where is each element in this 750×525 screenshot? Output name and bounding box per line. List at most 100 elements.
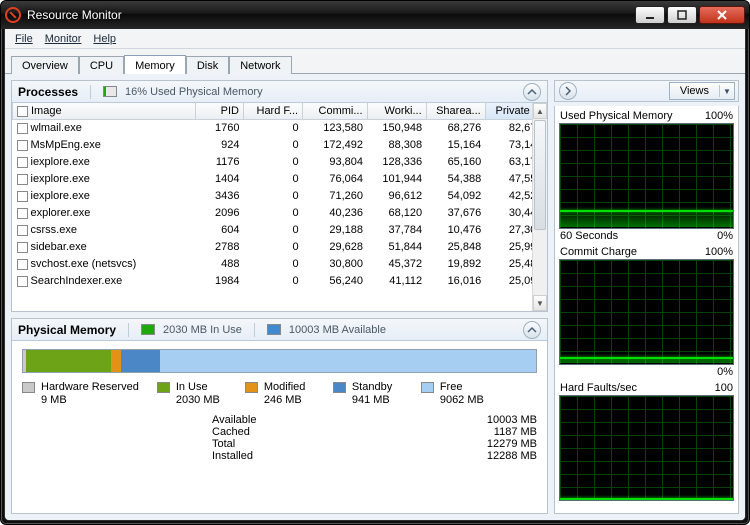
graphs-container: Used Physical Memory100%60 Seconds0%Comm… xyxy=(554,106,739,514)
total-total-label: Total xyxy=(212,438,365,450)
table-row[interactable]: MsMpEng.exe9240172,49288,30815,16473,144 xyxy=(13,137,547,154)
table-row[interactable]: iexplore.exe1404076,064101,94454,38847,5… xyxy=(13,171,547,188)
menu-help[interactable]: Help xyxy=(89,32,120,46)
graph-foot-left: 60 Seconds xyxy=(560,230,618,242)
menu-monitor[interactable]: Monitor xyxy=(41,32,86,46)
col-hardfaults[interactable]: Hard F... xyxy=(243,103,302,120)
close-button[interactable] xyxy=(699,6,745,24)
table-row[interactable]: SearchIndexer.exe1984056,24041,11216,016… xyxy=(13,273,547,290)
right-header: Views ▼ xyxy=(554,80,739,102)
chevron-down-icon: ▼ xyxy=(720,87,734,96)
mem-seg-free xyxy=(160,350,536,372)
col-working[interactable]: Worki... xyxy=(367,103,426,120)
table-row[interactable]: svchost.exe (netsvcs)488030,80045,37219,… xyxy=(13,256,547,273)
physical-memory-body: Hardware Reserved9 MBIn Use2030 MBModifi… xyxy=(12,341,547,468)
in-use-indicator xyxy=(141,324,155,335)
tab-memory[interactable]: Memory xyxy=(124,55,186,74)
collapse-right-button[interactable] xyxy=(559,82,577,100)
memory-legend: Hardware Reserved9 MBIn Use2030 MBModifi… xyxy=(22,381,537,406)
col-pid[interactable]: PID xyxy=(195,103,243,120)
row-checkbox[interactable] xyxy=(17,140,28,151)
tab-disk[interactable]: Disk xyxy=(186,56,229,74)
legend-in_use: In Use2030 MB xyxy=(157,381,227,406)
chevron-right-icon xyxy=(563,86,573,96)
col-image[interactable]: Image xyxy=(13,103,196,120)
physical-memory-title: Physical Memory xyxy=(18,323,116,337)
row-checkbox[interactable] xyxy=(17,123,28,134)
scroll-up-button[interactable]: ▲ xyxy=(533,103,547,119)
physical-memory-panel: Physical Memory 2030 MB In Use 10003 MB … xyxy=(11,318,548,514)
title-bar[interactable]: Resource Monitor xyxy=(1,1,749,29)
table-row[interactable]: iexplore.exe1176093,804128,33665,16063,1… xyxy=(13,154,547,171)
table-row[interactable]: csrss.exe604029,18837,78410,47627,308 xyxy=(13,222,547,239)
minimize-icon xyxy=(645,10,655,20)
content-split: Processes 16% Used Physical Memory xyxy=(5,74,745,520)
table-row[interactable]: explorer.exe2096040,23668,12037,67630,44… xyxy=(13,205,547,222)
processes-used-pct: 16% Used Physical Memory xyxy=(125,86,263,98)
scroll-thumb[interactable] xyxy=(534,120,546,230)
graph-0: Used Physical Memory100%60 Seconds0% xyxy=(559,110,734,242)
col-shareable[interactable]: Sharea... xyxy=(426,103,485,120)
graph-2: Hard Faults/sec100 xyxy=(559,382,734,502)
mem-seg-in_use xyxy=(26,350,111,372)
views-button[interactable]: Views ▼ xyxy=(669,82,735,100)
process-scrollbar[interactable]: ▲ ▼ xyxy=(532,103,547,311)
row-checkbox[interactable] xyxy=(17,174,28,185)
menu-file[interactable]: File xyxy=(11,32,37,46)
total-installed-label: Installed xyxy=(212,450,365,462)
client-area: File Monitor Help Overview CPU Memory Di… xyxy=(4,29,746,521)
row-checkbox[interactable] xyxy=(17,225,28,236)
row-checkbox[interactable] xyxy=(17,242,28,253)
graph-title: Hard Faults/sec xyxy=(560,382,637,394)
graph-title: Used Physical Memory xyxy=(560,110,672,122)
graph-1: Commit Charge100%0% xyxy=(559,246,734,378)
collapse-processes-button[interactable] xyxy=(523,83,541,101)
window-title: Resource Monitor xyxy=(27,8,122,22)
row-checkbox[interactable] xyxy=(17,208,28,219)
app-icon xyxy=(5,7,21,23)
row-checkbox[interactable] xyxy=(17,191,28,202)
left-column: Processes 16% Used Physical Memory xyxy=(11,80,548,514)
total-installed-value: 12288 MB xyxy=(379,450,537,462)
row-checkbox[interactable] xyxy=(17,259,28,270)
physical-memory-header[interactable]: Physical Memory 2030 MB In Use 10003 MB … xyxy=(12,319,547,341)
scroll-down-button[interactable]: ▼ xyxy=(533,295,547,311)
mem-seg-standby xyxy=(121,350,161,372)
process-table: Image PID Hard F... Commi... Worki... Sh… xyxy=(12,103,547,290)
processes-header[interactable]: Processes 16% Used Physical Memory xyxy=(12,81,547,103)
chevron-up-icon xyxy=(527,87,537,97)
table-row[interactable]: iexplore.exe3436071,26096,61254,09242,52… xyxy=(13,188,547,205)
select-all-checkbox[interactable] xyxy=(17,106,28,117)
graph-max: 100% xyxy=(705,246,733,258)
col-commit[interactable]: Commi... xyxy=(303,103,367,120)
total-available-value: 10003 MB xyxy=(379,414,537,426)
legend-free: Free9062 MB xyxy=(421,381,491,406)
legend-standby: Standby941 MB xyxy=(333,381,403,406)
row-checkbox[interactable] xyxy=(17,276,28,287)
row-checkbox[interactable] xyxy=(17,157,28,168)
tab-strip: Overview CPU Memory Disk Network xyxy=(5,49,745,73)
available-label: 10003 MB Available xyxy=(289,324,386,336)
minimize-button[interactable] xyxy=(635,6,665,24)
graph-canvas xyxy=(559,123,734,229)
tab-overview[interactable]: Overview xyxy=(11,56,79,74)
table-row[interactable]: wlmail.exe17600123,580150,94868,27682,67… xyxy=(13,120,547,137)
close-icon xyxy=(716,10,728,20)
tab-network[interactable]: Network xyxy=(229,56,291,74)
memory-usage-indicator xyxy=(103,86,117,97)
total-cached-value: 1187 MB xyxy=(379,426,537,438)
memory-totals: Available10003 MBCached1187 MBTotal12279… xyxy=(212,414,537,462)
menu-bar: File Monitor Help xyxy=(5,29,745,49)
total-total-value: 12279 MB xyxy=(379,438,537,450)
mem-seg-modified xyxy=(111,350,121,372)
processes-title: Processes xyxy=(18,85,78,99)
total-available-label: Available xyxy=(212,414,365,426)
legend-modified: Modified246 MB xyxy=(245,381,315,406)
views-label: Views xyxy=(670,85,720,97)
graph-canvas xyxy=(559,395,734,501)
maximize-button[interactable] xyxy=(667,6,697,24)
tab-cpu[interactable]: CPU xyxy=(79,56,124,74)
collapse-physical-memory-button[interactable] xyxy=(523,321,541,339)
table-row[interactable]: sidebar.exe2788029,62851,84425,84825,996 xyxy=(13,239,547,256)
chevron-up-icon xyxy=(527,325,537,335)
